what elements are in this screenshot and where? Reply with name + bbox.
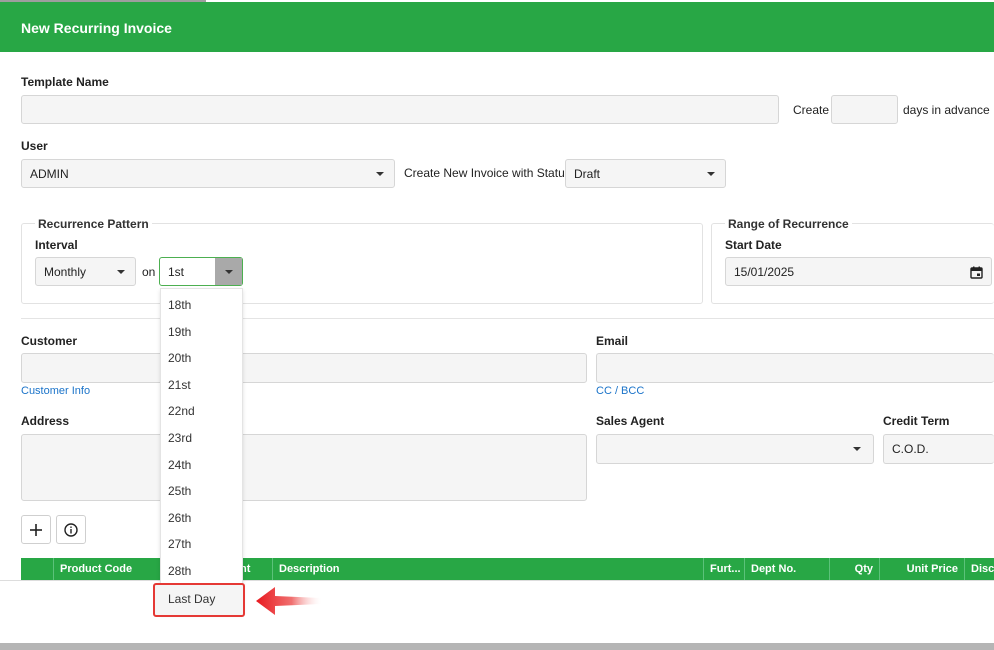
dropdown-option-28th[interactable]: 28th bbox=[168, 564, 191, 578]
dialog-header: New Recurring Invoice bbox=[0, 2, 994, 52]
table-header-unit-price[interactable]: Unit Price bbox=[880, 558, 965, 581]
calendar-icon[interactable] bbox=[970, 266, 983, 279]
recurrence-pattern-legend: Recurrence Pattern bbox=[35, 217, 152, 231]
annotation-arrow-icon bbox=[256, 587, 321, 615]
dropdown-option-20th[interactable]: 20th bbox=[168, 351, 191, 365]
table-header-discount[interactable]: Disco bbox=[965, 558, 994, 581]
range-of-recurrence-legend: Range of Recurrence bbox=[725, 217, 852, 231]
status-label: Create New Invoice with Status: bbox=[404, 166, 575, 180]
start-date-value: 15/01/2025 bbox=[734, 264, 795, 279]
dropdown-option-24th[interactable]: 24th bbox=[168, 458, 191, 472]
day-of-month-select[interactable]: 1st bbox=[159, 257, 243, 286]
last-day-label: Last Day bbox=[168, 592, 216, 606]
chevron-down-icon bbox=[225, 269, 233, 274]
customer-info-link[interactable]: Customer Info bbox=[21, 385, 90, 397]
chevron-down-icon bbox=[117, 269, 125, 274]
start-date-input[interactable]: 15/01/2025 bbox=[725, 257, 992, 286]
status-select-value: Draft bbox=[574, 166, 601, 181]
template-name-input[interactable] bbox=[21, 95, 779, 124]
days-in-advance-label: days in advance bbox=[903, 103, 990, 117]
table-header-cell bbox=[21, 558, 54, 581]
dropdown-option-26th[interactable]: 26th bbox=[168, 511, 191, 525]
bottom-edge-bar bbox=[0, 643, 994, 650]
address-label: Address bbox=[21, 414, 70, 428]
interval-select[interactable]: Monthly bbox=[35, 257, 136, 286]
start-date-label: Start Date bbox=[725, 238, 782, 252]
customer-input[interactable] bbox=[21, 353, 587, 383]
interval-select-value: Monthly bbox=[44, 264, 87, 279]
dialog-footer bbox=[0, 580, 994, 643]
sales-agent-label: Sales Agent bbox=[596, 414, 665, 428]
sales-agent-select[interactable] bbox=[596, 434, 874, 464]
template-name-label: Template Name bbox=[21, 75, 109, 89]
dropdown-option-18th[interactable]: 18th bbox=[168, 298, 191, 312]
dropdown-option-23rd[interactable]: 23rd bbox=[168, 431, 192, 445]
day-of-month-dropdown: 18th 19th 20th 21st 22nd 23rd 24th 25th … bbox=[160, 288, 243, 613]
table-header-dept-no[interactable]: Dept No. bbox=[745, 558, 830, 581]
table-header-further[interactable]: Furt... bbox=[704, 558, 745, 581]
create-label: Create bbox=[793, 103, 830, 117]
user-select[interactable]: ADMIN bbox=[21, 159, 395, 188]
chevron-down-icon bbox=[376, 171, 384, 176]
dropdown-option-last-day[interactable]: Last Day bbox=[153, 583, 245, 617]
user-label: User bbox=[21, 139, 48, 153]
customer-label: Customer bbox=[21, 334, 78, 348]
email-label: Email bbox=[596, 334, 629, 348]
add-row-button[interactable] bbox=[21, 515, 51, 544]
credit-term-value: C.O.D. bbox=[892, 442, 929, 456]
dropdown-option-22nd[interactable]: 22nd bbox=[168, 404, 195, 418]
address-textarea[interactable] bbox=[21, 434, 587, 501]
user-select-value: ADMIN bbox=[30, 166, 69, 181]
table-header-qty[interactable]: Qty bbox=[830, 558, 880, 581]
cc-bcc-link[interactable]: CC / BCC bbox=[596, 385, 644, 397]
plus-icon bbox=[30, 523, 42, 536]
dropdown-option-25th[interactable]: 25th bbox=[168, 484, 191, 498]
day-of-month-value: 1st bbox=[168, 264, 185, 279]
credit-term-select[interactable]: C.O.D. bbox=[883, 434, 994, 464]
dropdown-option-21st[interactable]: 21st bbox=[168, 378, 191, 392]
create-days-input[interactable] bbox=[831, 95, 898, 124]
info-button[interactable] bbox=[56, 515, 86, 544]
dropdown-toggle-button[interactable] bbox=[215, 258, 242, 285]
dialog-title: New Recurring Invoice bbox=[21, 20, 172, 36]
credit-term-label: Credit Term bbox=[883, 414, 950, 428]
on-label: on bbox=[142, 265, 156, 279]
info-icon bbox=[64, 522, 78, 537]
table-header-description[interactable]: Description bbox=[273, 558, 704, 581]
dropdown-option-19th[interactable]: 19th bbox=[168, 325, 191, 339]
interval-label: Interval bbox=[35, 238, 78, 252]
email-input[interactable] bbox=[596, 353, 994, 383]
table-header-product-code[interactable]: Product Code bbox=[54, 558, 173, 581]
dropdown-option-27th[interactable]: 27th bbox=[168, 537, 191, 551]
chevron-down-icon bbox=[853, 447, 861, 451]
chevron-down-icon bbox=[707, 171, 715, 176]
status-select[interactable]: Draft bbox=[565, 159, 726, 188]
